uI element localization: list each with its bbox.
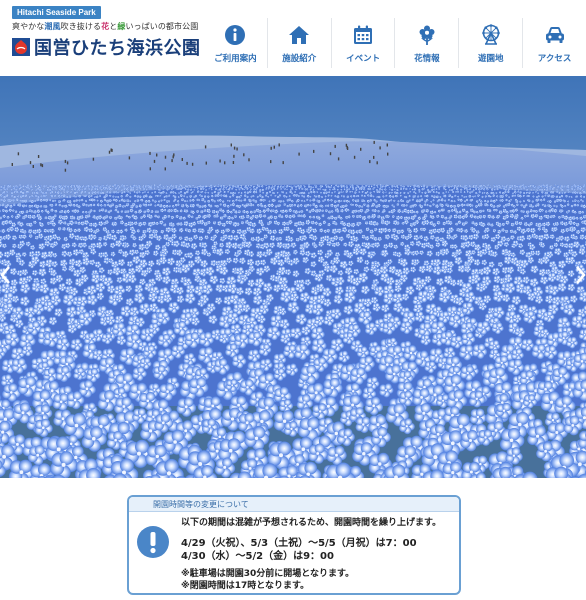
nav-label: 遊園地 xyxy=(478,52,504,64)
hero-image-nemophila-field xyxy=(0,76,586,478)
nav-item-guide[interactable]: ご利用案内 xyxy=(204,18,267,68)
nav-label: 施設紹介 xyxy=(282,52,316,64)
notice-date-line: 4/29（火祝）、5/3（土祝）〜5/5（月祝）は7：00 xyxy=(181,537,459,550)
calendar-icon xyxy=(352,24,374,46)
nav-item-facilities[interactable]: 施設紹介 xyxy=(267,18,331,68)
nav-item-flowers[interactable]: 花情報 xyxy=(394,18,458,68)
notice-date-line: 4/30（水）〜5/2（金）は9：00 xyxy=(181,550,459,563)
park-emblem-icon xyxy=(12,38,30,56)
notice-note: ※駐車場は開園30分前に開場となります。 xyxy=(181,568,459,580)
hero-slider xyxy=(0,76,586,478)
nav-item-events[interactable]: イベント xyxy=(331,18,395,68)
notice-dates: 4/29（火祝）、5/3（土祝）〜5/5（月祝）は7：00 4/30（水）〜5/… xyxy=(181,537,459,563)
nav-label: 花情報 xyxy=(414,52,440,64)
notice-note: ※閉園時間は17時となります。 xyxy=(181,580,459,592)
english-name-badge: Hitachi Seaside Park xyxy=(12,6,101,19)
site-tagline: 爽やかな潮風吹き抜ける花と緑いっぱいの都市公園 xyxy=(12,21,198,32)
info-icon xyxy=(224,24,246,46)
notice-title: 開園時間等の変更について xyxy=(129,497,459,512)
nav-item-access[interactable]: アクセス xyxy=(522,18,586,68)
car-icon xyxy=(544,24,566,46)
main-navigation: ご利用案内 施設紹介 イベント 花情報 遊園地 アクセス xyxy=(204,18,586,68)
nav-label: アクセス xyxy=(538,52,572,64)
nav-item-amusement[interactable]: 遊園地 xyxy=(458,18,522,68)
site-header: Hitachi Seaside Park 爽やかな潮風吹き抜ける花と緑いっぱいの… xyxy=(0,0,586,76)
notice-body: 以下の期間は混雑が予想されるため、開園時間を繰り上げます。 4/29（火祝）、5… xyxy=(181,517,459,592)
park-name: 国営ひたち海浜公園 xyxy=(34,34,201,60)
slider-next-arrow-icon[interactable] xyxy=(574,264,586,286)
home-icon xyxy=(288,24,310,46)
slider-prev-arrow-icon[interactable] xyxy=(0,264,12,286)
notice-intro: 以下の期間は混雑が予想されるため、開園時間を繰り上げます。 xyxy=(181,517,459,529)
nav-label: ご利用案内 xyxy=(214,52,257,64)
exclamation-icon xyxy=(136,525,170,559)
notice-box: 開園時間等の変更について 以下の期間は混雑が予想されるため、開園時間を繰り上げま… xyxy=(127,495,461,595)
nav-label: イベント xyxy=(346,52,380,64)
ferris-wheel-icon xyxy=(480,24,502,46)
site-logo[interactable]: Hitachi Seaside Park 爽やかな潮風吹き抜ける花と緑いっぱいの… xyxy=(0,0,200,76)
flower-icon xyxy=(416,24,438,46)
